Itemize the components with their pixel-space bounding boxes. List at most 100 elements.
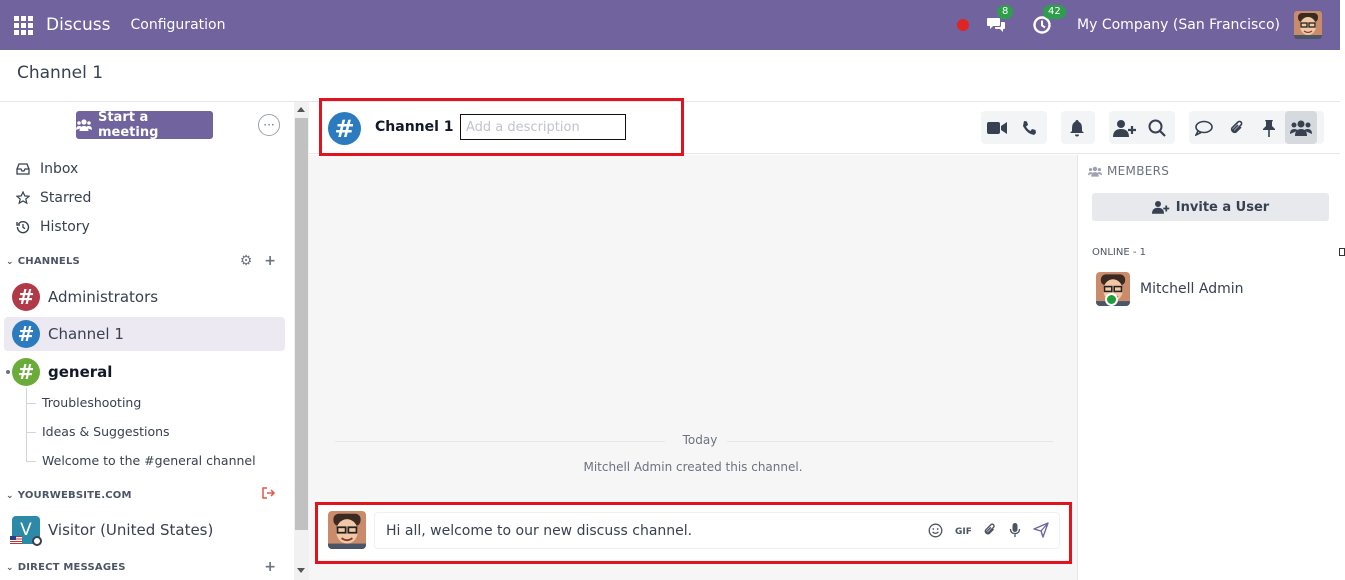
video-call-button[interactable]: [981, 111, 1013, 144]
channels-section-header[interactable]: ⌄ CHANNELS: [6, 256, 80, 267]
chevron-down-icon: ⌄: [6, 490, 14, 501]
invite-user-label: Invite a User: [1175, 199, 1270, 215]
date-separator-label: Today: [682, 433, 718, 447]
send-icon[interactable]: [1033, 522, 1049, 538]
sub-thread-troubleshooting[interactable]: Troubleshooting: [42, 395, 141, 410]
paperclip-icon[interactable]: [983, 522, 997, 538]
member-tool-group: [1109, 111, 1175, 144]
messages-button[interactable]: 8: [985, 5, 1014, 36]
livechat-header-label: YOURWEBSITE.COM: [17, 490, 132, 501]
notification-settings-button[interactable]: [1061, 111, 1093, 144]
channel-created-notification: Mitchell Admin created this channel.: [583, 460, 803, 474]
composer: Hi all, welcome to our new discuss chann…: [318, 503, 1068, 560]
sidebar-item-inbox[interactable]: Inbox: [16, 161, 78, 177]
svg-text:GIF: GIF: [955, 527, 971, 536]
start-meeting-label: Start a meeting: [97, 110, 159, 140]
online-members-label: ONLINE - 1: [1092, 247, 1146, 258]
recording-indicator-icon[interactable]: [957, 19, 970, 31]
invite-user-button[interactable]: Invite a User: [1092, 193, 1329, 221]
resize-cursor-icon: [1339, 248, 1345, 256]
threads-button[interactable]: [1189, 111, 1221, 144]
activities-count-badge: 42: [1043, 5, 1066, 19]
thread-tool-group: [1189, 111, 1324, 144]
sidebar-scrollbar[interactable]: [294, 102, 309, 580]
paperclip-icon: [1230, 120, 1243, 133]
sidebar-item-starred[interactable]: Starred: [16, 190, 91, 206]
activities-button[interactable]: 42: [1031, 5, 1066, 36]
add-user-icon: [1151, 201, 1170, 214]
pin-icon: [1263, 119, 1275, 137]
inbox-icon: [16, 163, 30, 175]
livechat-section-header[interactable]: ⌄ YOURWEBSITE.COM: [6, 490, 132, 501]
add-channel-icon[interactable]: +: [264, 253, 276, 269]
sidebar-channel-general[interactable]: # general: [4, 355, 285, 389]
bell-icon: [1070, 119, 1084, 136]
thread-connector: [26, 388, 27, 462]
scroll-thumb[interactable]: [295, 118, 308, 530]
channel-settings-icon[interactable]: ⚙: [240, 253, 253, 269]
microphone-icon[interactable]: [1009, 522, 1021, 538]
configuration-menu[interactable]: Configuration: [131, 17, 226, 33]
direct-messages-section-header[interactable]: ⌄ DIRECT MESSAGES: [6, 562, 126, 573]
message-input-text: Hi all, welcome to our new discuss chann…: [386, 523, 693, 539]
emoji-icon[interactable]: [928, 523, 943, 538]
chevron-down-icon: ⌄: [6, 256, 14, 267]
company-switcher[interactable]: My Company (San Francisco): [1077, 17, 1280, 33]
thread-title[interactable]: Channel 1: [375, 119, 454, 135]
chevron-down-icon: ⌄: [6, 562, 14, 573]
member-item[interactable]: Mitchell Admin: [1096, 272, 1244, 306]
scroll-down-icon[interactable]: [297, 568, 305, 573]
member-name: Mitchell Admin: [1140, 281, 1244, 297]
thread-header: # Channel 1: [309, 102, 1340, 154]
pinned-messages-button[interactable]: [1253, 111, 1285, 144]
channels-header-label: CHANNELS: [17, 256, 80, 267]
gif-icon[interactable]: GIF: [955, 524, 971, 536]
thread-connector-tick: [26, 461, 36, 462]
description-input[interactable]: [460, 114, 626, 140]
scroll-up-icon[interactable]: [297, 107, 305, 112]
visitor-name: Visitor (United States): [48, 521, 214, 539]
messages-count-badge: 8: [997, 5, 1014, 19]
members-title: MEMBERS: [1088, 164, 1169, 178]
users-icon: [1088, 166, 1102, 177]
channel-hash-icon: #: [12, 320, 40, 348]
video-camera-icon: [987, 121, 1007, 134]
sidebar-item-label: Inbox: [40, 161, 79, 177]
add-users-button[interactable]: [1109, 111, 1141, 144]
leave-icon[interactable]: [262, 487, 276, 499]
users-icon: [76, 119, 92, 131]
notification-tool-group: [1061, 111, 1095, 144]
sidebar-livechat-visitor[interactable]: V Visitor (United States): [4, 513, 285, 547]
sidebar-item-label: Starred: [40, 190, 92, 206]
channel-name: Administrators: [48, 288, 159, 306]
start-meeting-button[interactable]: Start a meeting: [76, 110, 213, 140]
sidebar-item-history[interactable]: History: [16, 219, 90, 235]
channel-name: Channel 1: [48, 325, 124, 343]
more-options-button[interactable]: ···: [258, 114, 280, 136]
member-list-button[interactable]: [1285, 111, 1317, 144]
phone-icon: [1023, 120, 1036, 135]
apps-menu-icon[interactable]: [0, 0, 46, 50]
add-direct-message-icon[interactable]: +: [264, 559, 276, 575]
call-tool-group: [981, 111, 1047, 144]
breadcrumb: Channel 1: [17, 63, 104, 83]
offline-status-icon: [32, 536, 42, 546]
channel-hash-icon: #: [328, 112, 361, 145]
message-input[interactable]: Hi all, welcome to our new discuss chann…: [374, 512, 1060, 549]
sidebar-channel-channel-1[interactable]: # Channel 1: [4, 317, 285, 351]
add-user-icon: [1113, 119, 1136, 137]
channel-hash-icon: #: [12, 283, 40, 311]
sub-thread-welcome[interactable]: Welcome to the #general channel: [42, 453, 256, 468]
window-edge: [1340, 0, 1345, 580]
voice-call-button[interactable]: [1013, 111, 1045, 144]
search-icon: [1148, 119, 1166, 137]
app-name[interactable]: Discuss: [46, 15, 111, 35]
sub-thread-ideas-suggestions[interactable]: Ideas & Suggestions: [42, 424, 170, 439]
members-title-label: MEMBERS: [1107, 164, 1170, 178]
search-messages-button[interactable]: [1141, 111, 1173, 144]
user-avatar[interactable]: [1294, 11, 1322, 39]
comments-icon: [1195, 120, 1213, 136]
star-icon: [16, 191, 30, 205]
sidebar-channel-administrators[interactable]: # Administrators: [4, 280, 285, 314]
attachments-button[interactable]: [1221, 111, 1253, 144]
